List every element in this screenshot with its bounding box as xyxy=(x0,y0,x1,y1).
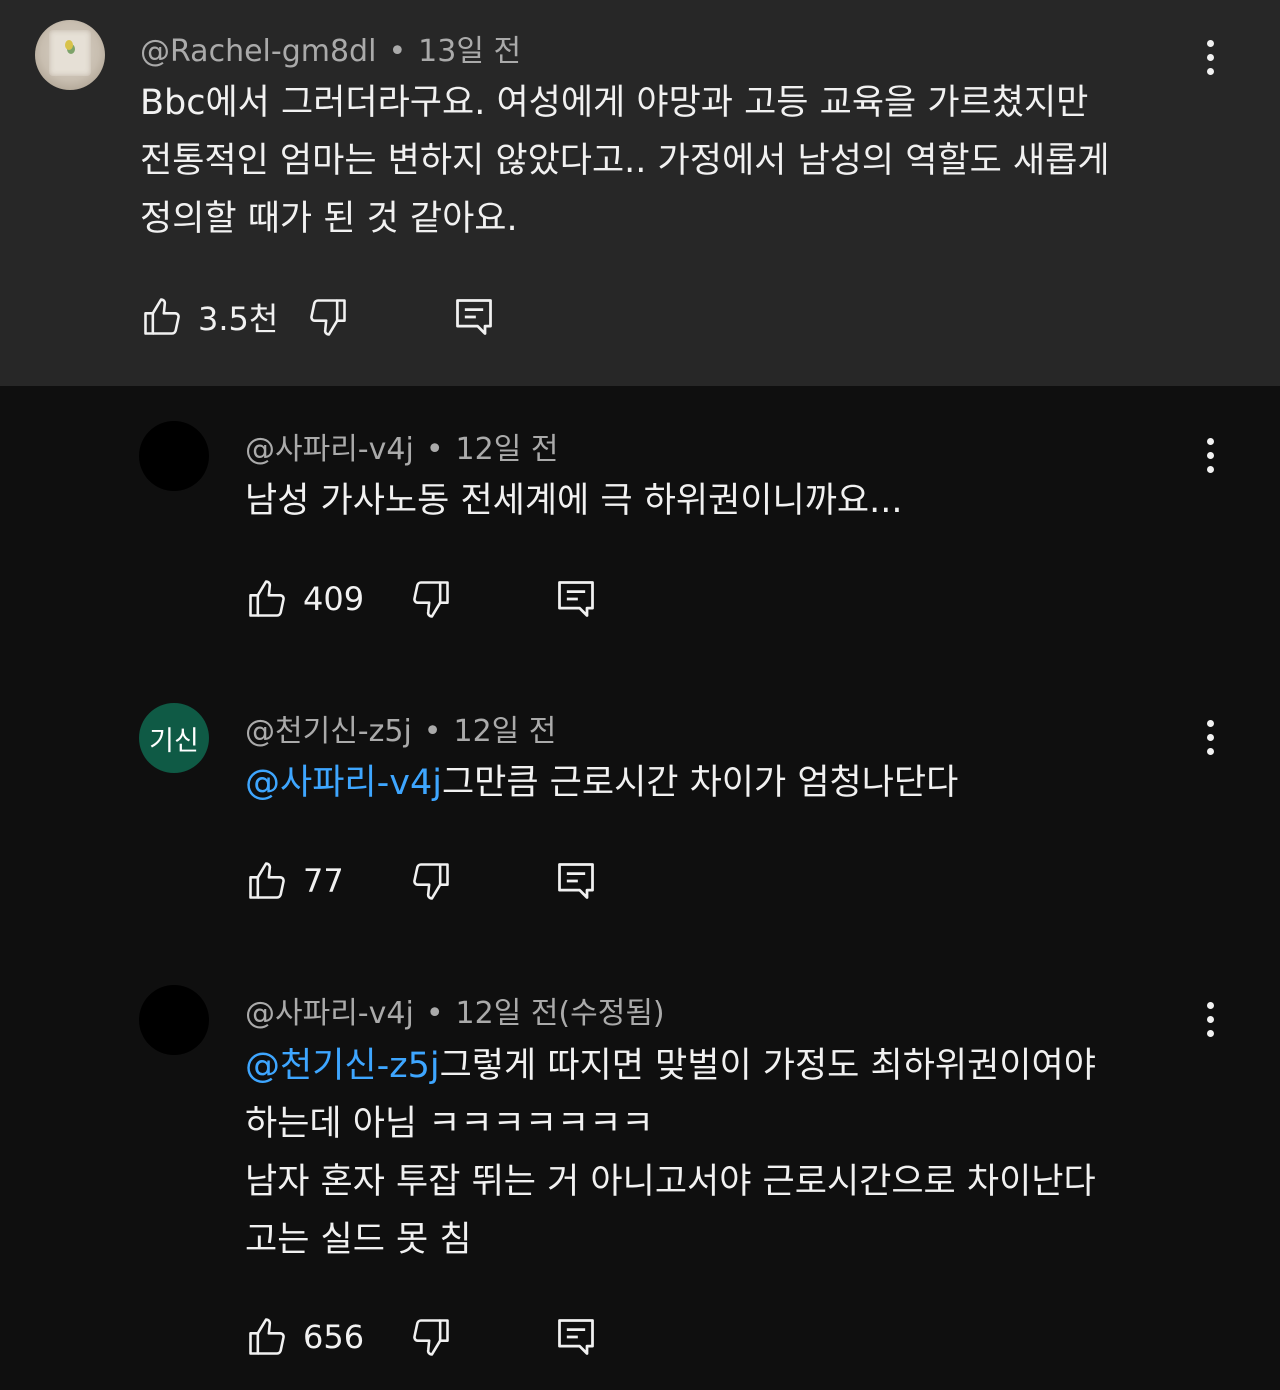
comment-author[interactable]: @Rachel-gm8dl xyxy=(140,34,376,69)
like-button[interactable]: 409 xyxy=(245,577,364,621)
meta-separator: • xyxy=(423,714,442,749)
more-vertical-icon[interactable] xyxy=(1200,1000,1220,1040)
comment-line: 하는데 아님 ㅋㅋㅋㅋㅋㅋㅋ xyxy=(245,1104,654,1144)
comment-line: 남자 혼자 투잡 뛰는 거 아니고서야 근로시간으로 차이난다 xyxy=(245,1162,1096,1202)
meta-separator: • xyxy=(425,996,444,1031)
comment-time[interactable]: 12일 전 xyxy=(456,432,559,467)
reply-button[interactable] xyxy=(554,859,598,903)
like-button[interactable]: 3.5천 xyxy=(140,295,278,339)
comment-meta: @사파리-v4j • 12일 전 xyxy=(245,424,558,468)
reply-button[interactable] xyxy=(554,1315,598,1359)
comment-time[interactable]: 12일 전 xyxy=(454,714,557,749)
comment-author[interactable]: @사파리-v4j xyxy=(245,432,414,467)
comment-line: @사파리-v4j그만큼 근로시간 차이가 엄청나단다 xyxy=(245,754,958,812)
comment-reply-icon xyxy=(554,859,598,903)
avatar[interactable] xyxy=(139,421,209,491)
comment-time[interactable]: 13일 전 xyxy=(418,34,521,69)
more-vertical-icon[interactable] xyxy=(1200,38,1220,78)
comment-line: 전통적인 엄마는 변하지 않았다고.. 가정에서 남성의 역할도 새롭게 xyxy=(140,141,1110,181)
mention-link[interactable]: @사파리-v4j xyxy=(245,763,442,803)
comment-time[interactable]: 12일 전(수정됨) xyxy=(456,996,665,1031)
avatar-text: 기신 xyxy=(149,725,199,757)
thumbs-up-icon xyxy=(245,859,289,903)
comment-reply-icon xyxy=(554,577,598,621)
like-count: 409 xyxy=(303,580,365,618)
thumbs-up-icon xyxy=(245,577,289,621)
comment-meta: @Rachel-gm8dl • 13일 전 xyxy=(140,26,521,70)
like-count: 77 xyxy=(303,862,344,900)
thumbs-up-icon xyxy=(245,1315,289,1359)
like-count: 656 xyxy=(303,1318,365,1356)
avatar[interactable] xyxy=(35,20,105,90)
comment-reply-icon xyxy=(452,295,496,339)
thumbs-down-icon xyxy=(409,577,453,621)
comment-author[interactable]: @사파리-v4j xyxy=(245,996,414,1031)
thumbs-down-icon xyxy=(306,295,350,339)
avatar[interactable] xyxy=(139,985,209,1055)
comment-line: 고는 실드 못 침 xyxy=(245,1220,472,1260)
comment-text: @사파리-v4j그만큼 근로시간 차이가 엄청나단다 xyxy=(245,754,958,812)
comment-text: Bbc에서 그러더라구요. 여성에게 야망과 고등 교육을 가르쳤지만 전통적인… xyxy=(140,74,1110,248)
comment-meta: @사파리-v4j • 12일 전(수정됨) xyxy=(245,988,665,1032)
comment-text: @천기신-z5j그렇게 따지면 맞벌이 가정도 최하위권이여야 하는데 아님 ㅋ… xyxy=(245,1037,1096,1269)
dislike-button[interactable] xyxy=(409,577,453,621)
comment-meta: @천기신-z5j • 12일 전 xyxy=(245,706,556,750)
comment-line: 남성 가사노동 전세계에 극 하위권이니까요... xyxy=(245,481,903,521)
dislike-button[interactable] xyxy=(409,859,453,903)
more-vertical-icon[interactable] xyxy=(1200,436,1220,476)
more-vertical-icon[interactable] xyxy=(1200,718,1220,758)
thumbs-down-icon xyxy=(409,859,453,903)
comment-author[interactable]: @천기신-z5j xyxy=(245,714,412,749)
comment-text: 남성 가사노동 전세계에 극 하위권이니까요... xyxy=(245,472,902,530)
like-button[interactable]: 656 xyxy=(245,1315,364,1359)
like-count: 3.5천 xyxy=(198,300,279,338)
comment-reply-icon xyxy=(554,1315,598,1359)
avatar[interactable]: 기신 xyxy=(139,703,209,773)
mention-link[interactable]: @천기신-z5j xyxy=(245,1046,440,1086)
comment-line: @천기신-z5j그렇게 따지면 맞벌이 가정도 최하위권이여야 xyxy=(245,1037,1096,1095)
like-button[interactable]: 77 xyxy=(245,859,344,903)
reply-button[interactable] xyxy=(554,577,598,621)
comment-line: Bbc에서 그러더라구요. 여성에게 야망과 고등 교육을 가르쳤지만 xyxy=(140,83,1089,123)
meta-separator: • xyxy=(388,34,407,69)
comment-line: 정의할 때가 된 것 같아요. xyxy=(140,199,518,239)
thumbs-down-icon xyxy=(409,1315,453,1359)
reply-button[interactable] xyxy=(452,295,496,339)
comment-line-text: 그렇게 따지면 맞벌이 가정도 최하위권이여야 xyxy=(439,1046,1096,1086)
dislike-button[interactable] xyxy=(409,1315,453,1359)
meta-separator: • xyxy=(425,432,444,467)
comment-line-text: 그만큼 근로시간 차이가 엄청나단다 xyxy=(441,763,959,803)
thumbs-up-icon xyxy=(140,295,184,339)
dislike-button[interactable] xyxy=(306,295,350,339)
